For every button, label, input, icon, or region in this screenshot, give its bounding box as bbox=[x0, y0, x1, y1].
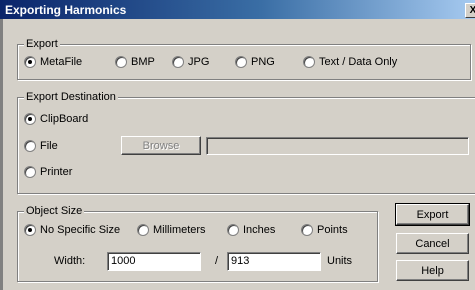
radio-jpg-indicator[interactable] bbox=[172, 56, 184, 68]
radio-millimeters[interactable]: Millimeters bbox=[137, 223, 206, 237]
object-size-legend: Object Size bbox=[24, 205, 85, 218]
units-label: Units bbox=[327, 255, 353, 267]
radio-no-specific-size[interactable]: No Specific Size bbox=[24, 223, 120, 237]
radio-millimeters-label: Millimeters bbox=[153, 224, 206, 236]
radio-bmp-indicator[interactable] bbox=[115, 56, 127, 68]
radio-printer-label: Printer bbox=[40, 166, 73, 178]
radio-jpg[interactable]: JPG bbox=[172, 55, 209, 69]
export-button[interactable]: Export bbox=[395, 203, 470, 226]
export-destination-group: Export Destination ClipBoard File Printe… bbox=[17, 91, 475, 194]
radio-inches[interactable]: Inches bbox=[227, 223, 275, 237]
radio-points[interactable]: Points bbox=[301, 223, 348, 237]
export-format-group: Export MetaFile BMP JPG PNG Text / Data … bbox=[17, 38, 471, 80]
radio-inches-indicator[interactable] bbox=[227, 224, 239, 236]
radio-png[interactable]: PNG bbox=[235, 55, 275, 69]
radio-file[interactable]: File bbox=[24, 139, 58, 153]
radio-metafile[interactable]: MetaFile bbox=[24, 55, 82, 69]
radio-points-indicator[interactable] bbox=[301, 224, 313, 236]
radio-text-data-only-label: Text / Data Only bbox=[319, 56, 398, 68]
radio-bmp-label: BMP bbox=[131, 56, 155, 68]
window-title: Exporting Harmonics bbox=[5, 3, 127, 17]
file-path-field[interactable] bbox=[206, 137, 469, 155]
export-destination-legend: Export Destination bbox=[24, 91, 118, 104]
width-label: Width: bbox=[54, 255, 86, 267]
height-input[interactable]: 913 bbox=[227, 252, 321, 271]
radio-no-specific-size-label: No Specific Size bbox=[40, 224, 121, 236]
radio-millimeters-indicator[interactable] bbox=[137, 224, 149, 236]
radio-clipboard[interactable]: ClipBoard bbox=[24, 112, 88, 126]
radio-file-indicator[interactable] bbox=[24, 140, 36, 152]
radio-no-specific-size-indicator[interactable] bbox=[24, 224, 36, 236]
size-separator: / bbox=[215, 255, 219, 267]
object-size-group: Object Size No Specific Size Millimeters… bbox=[17, 205, 378, 282]
radio-points-label: Points bbox=[317, 224, 348, 236]
radio-printer-indicator[interactable] bbox=[24, 166, 36, 178]
radio-text-data-only-indicator[interactable] bbox=[303, 56, 315, 68]
help-button[interactable]: Help bbox=[396, 260, 469, 281]
radio-bmp[interactable]: BMP bbox=[115, 55, 155, 69]
close-icon[interactable]: X bbox=[465, 3, 475, 18]
radio-printer[interactable]: Printer bbox=[24, 165, 72, 179]
radio-jpg-label: JPG bbox=[188, 56, 210, 68]
window-left-edge bbox=[0, 19, 3, 290]
width-input[interactable]: 1000 bbox=[107, 252, 201, 271]
radio-clipboard-indicator[interactable] bbox=[24, 113, 36, 125]
radio-metafile-label: MetaFile bbox=[40, 56, 83, 68]
radio-file-label: File bbox=[40, 140, 58, 152]
radio-clipboard-label: ClipBoard bbox=[40, 113, 89, 125]
radio-inches-label: Inches bbox=[243, 224, 276, 236]
radio-png-indicator[interactable] bbox=[235, 56, 247, 68]
radio-png-label: PNG bbox=[251, 56, 275, 68]
title-bar: Exporting Harmonics X bbox=[0, 0, 475, 19]
cancel-button[interactable]: Cancel bbox=[396, 233, 469, 254]
export-format-legend: Export bbox=[24, 38, 60, 51]
browse-button[interactable]: Browse bbox=[121, 136, 201, 155]
radio-metafile-indicator[interactable] bbox=[24, 56, 36, 68]
radio-text-data-only[interactable]: Text / Data Only bbox=[303, 55, 397, 69]
